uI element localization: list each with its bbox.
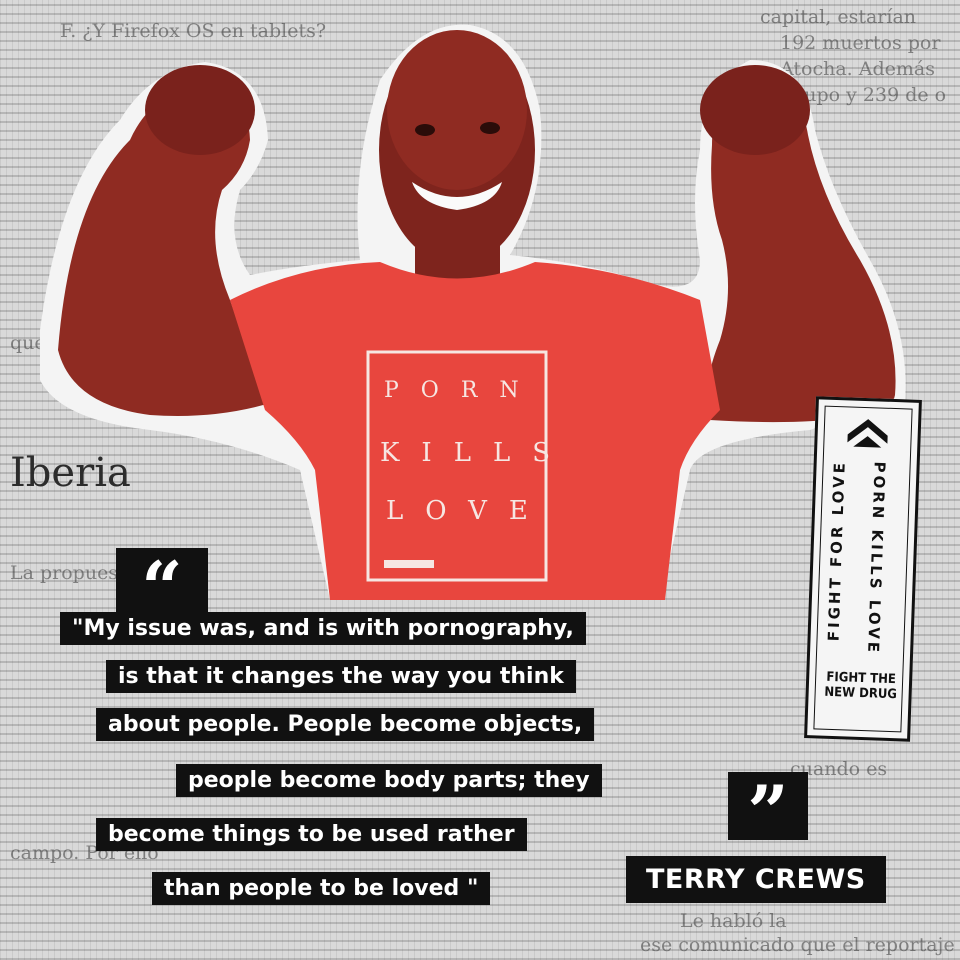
quote-line: about people. People become objects,	[96, 708, 595, 741]
quote-line: "My issue was, and is with pornography,	[60, 612, 586, 645]
shirt-text-line2: KILLS	[380, 438, 573, 468]
shirt-text-line3: LOVE	[386, 496, 550, 526]
badge-brand: FIGHT THE NEW DRUG	[816, 669, 905, 702]
chevron-logo-icon	[847, 419, 888, 448]
open-quote-mark: “	[116, 548, 208, 624]
quote-line: than people to be loved "	[152, 872, 491, 905]
quote-line: is that it changes the way you think	[106, 660, 576, 693]
shirt-text-line1: PORN	[384, 378, 541, 403]
close-quote-mark: ”	[728, 772, 808, 848]
fight-the-new-drug-badge: FIGHT FOR LOVE PORN KILLS LOVE FIGHT THE…	[804, 396, 922, 742]
quote-line: become things to be used rather	[96, 818, 527, 851]
quote-author: TERRY CREWS	[626, 856, 886, 903]
quote-line: people become body parts; they	[176, 764, 602, 797]
badge-brand-line2: NEW DRUG	[824, 684, 898, 703]
poster: F. ¿Y Firefox OS en tablets? capital, es…	[0, 0, 960, 960]
